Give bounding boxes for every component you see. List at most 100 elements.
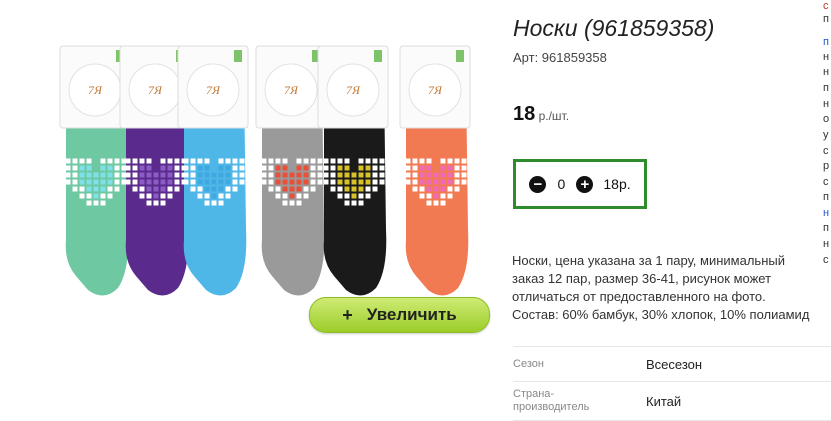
- pattern-dot: [440, 172, 446, 178]
- pattern-dot: [93, 186, 99, 192]
- adjacent-column-clipped: сппннпноусрспнпнс: [818, 0, 831, 419]
- socks-illustration: 7Я 7Я 7Я 7Я 7Я 7Я: [59, 45, 471, 296]
- pattern-dot: [211, 200, 217, 206]
- clipped-letter: н: [823, 207, 830, 219]
- pattern-dot: [160, 179, 166, 185]
- plus-circle-icon[interactable]: +: [576, 175, 594, 193]
- pattern-dot: [419, 172, 425, 178]
- pattern-dot: [447, 193, 453, 199]
- sock: 7Я: [255, 45, 327, 296]
- pattern-dot: [146, 172, 152, 178]
- pattern-dot: [107, 193, 113, 199]
- pattern-dot: [344, 200, 350, 206]
- sock: 7Я: [399, 45, 471, 296]
- pattern-dot: [372, 186, 378, 192]
- pattern-dot: [372, 165, 378, 171]
- pattern-dot: [447, 165, 453, 171]
- pattern-dot: [447, 179, 453, 185]
- property-key-line: Страна-: [513, 388, 555, 400]
- pattern-dot: [174, 186, 180, 192]
- pattern-dot: [289, 193, 295, 199]
- pattern-dot: [190, 158, 196, 164]
- clipped-letter: п: [823, 36, 829, 48]
- pattern-dot: [107, 179, 113, 185]
- pattern-dot: [72, 165, 78, 171]
- pattern-dot: [167, 179, 173, 185]
- pattern-dot: [204, 172, 210, 178]
- pattern-dot: [365, 172, 371, 178]
- pattern-dot: [218, 179, 224, 185]
- property-key: Сезон: [513, 357, 544, 370]
- pattern-dot: [282, 179, 288, 185]
- pattern-dot: [139, 186, 145, 192]
- pattern-dot: [282, 200, 288, 206]
- pattern-dot: [344, 172, 350, 178]
- pattern-dot: [160, 165, 166, 171]
- pattern-dot: [310, 179, 316, 185]
- tag-logo: 7Я: [346, 83, 361, 97]
- pattern-dot: [125, 179, 131, 185]
- pattern-dot: [323, 172, 329, 178]
- pattern-dot: [183, 179, 189, 185]
- sock: 7Я: [177, 45, 249, 296]
- pattern-dot: [160, 200, 166, 206]
- pattern-dot: [412, 158, 418, 164]
- pattern-dot: [405, 158, 411, 164]
- description-line: Носки, цена указана за 1 пару, минимальн…: [512, 253, 785, 268]
- property-key: Страна- производитель: [513, 388, 646, 414]
- pattern-dot: [93, 200, 99, 206]
- pattern-dot: [433, 186, 439, 192]
- pattern-dot: [358, 165, 364, 171]
- pattern-dot: [275, 179, 281, 185]
- pattern-dot: [261, 179, 267, 185]
- pattern-dot: [232, 172, 238, 178]
- pattern-dot: [114, 158, 120, 164]
- pattern-dot: [351, 200, 357, 206]
- pattern-dot: [433, 200, 439, 206]
- pattern-dot: [107, 186, 113, 192]
- pattern-dot: [239, 179, 245, 185]
- pattern-dot: [107, 165, 113, 171]
- pattern-dot: [454, 165, 460, 171]
- pattern-dot: [261, 172, 267, 178]
- pattern-dot: [303, 172, 309, 178]
- pattern-dot: [211, 193, 217, 199]
- pattern-dot: [114, 165, 120, 171]
- pattern-dot: [107, 158, 113, 164]
- pattern-dot: [146, 179, 152, 185]
- pattern-dot: [337, 158, 343, 164]
- pattern-dot: [372, 158, 378, 164]
- pattern-dot: [65, 158, 71, 164]
- pattern-dot: [330, 186, 336, 192]
- pattern-dot: [86, 200, 92, 206]
- pattern-dot: [461, 172, 467, 178]
- pattern-dot: [365, 165, 371, 171]
- product-price: 18 р./шт.: [513, 103, 569, 126]
- minus-icon[interactable]: −: [529, 175, 547, 193]
- pattern-dot: [440, 186, 446, 192]
- pattern-dot: [153, 193, 159, 199]
- pattern-dot: [79, 172, 85, 178]
- product-photo[interactable]: 7Я 7Я 7Я 7Я 7Я 7Я: [48, 40, 494, 340]
- pattern-dot: [197, 158, 203, 164]
- property-row: Страна- производитель Китай: [513, 382, 831, 421]
- pattern-dot: [232, 186, 238, 192]
- pattern-dot: [412, 186, 418, 192]
- pattern-dot: [79, 165, 85, 171]
- pattern-dot: [86, 172, 92, 178]
- pattern-dot: [139, 165, 145, 171]
- pattern-dot: [167, 172, 173, 178]
- pattern-dot: [146, 165, 152, 171]
- clipped-letter: п: [823, 82, 829, 94]
- pattern-dot: [225, 179, 231, 185]
- pattern-dot: [419, 186, 425, 192]
- pattern-dot: [139, 158, 145, 164]
- pattern-dot: [344, 193, 350, 199]
- pattern-dot: [204, 193, 210, 199]
- pattern-dot: [419, 193, 425, 199]
- price-value: 18: [513, 103, 536, 125]
- zoom-button[interactable]: + Увеличить: [309, 297, 490, 333]
- pattern-dot: [153, 179, 159, 185]
- pattern-dot: [225, 172, 231, 178]
- pattern-dot: [232, 158, 238, 164]
